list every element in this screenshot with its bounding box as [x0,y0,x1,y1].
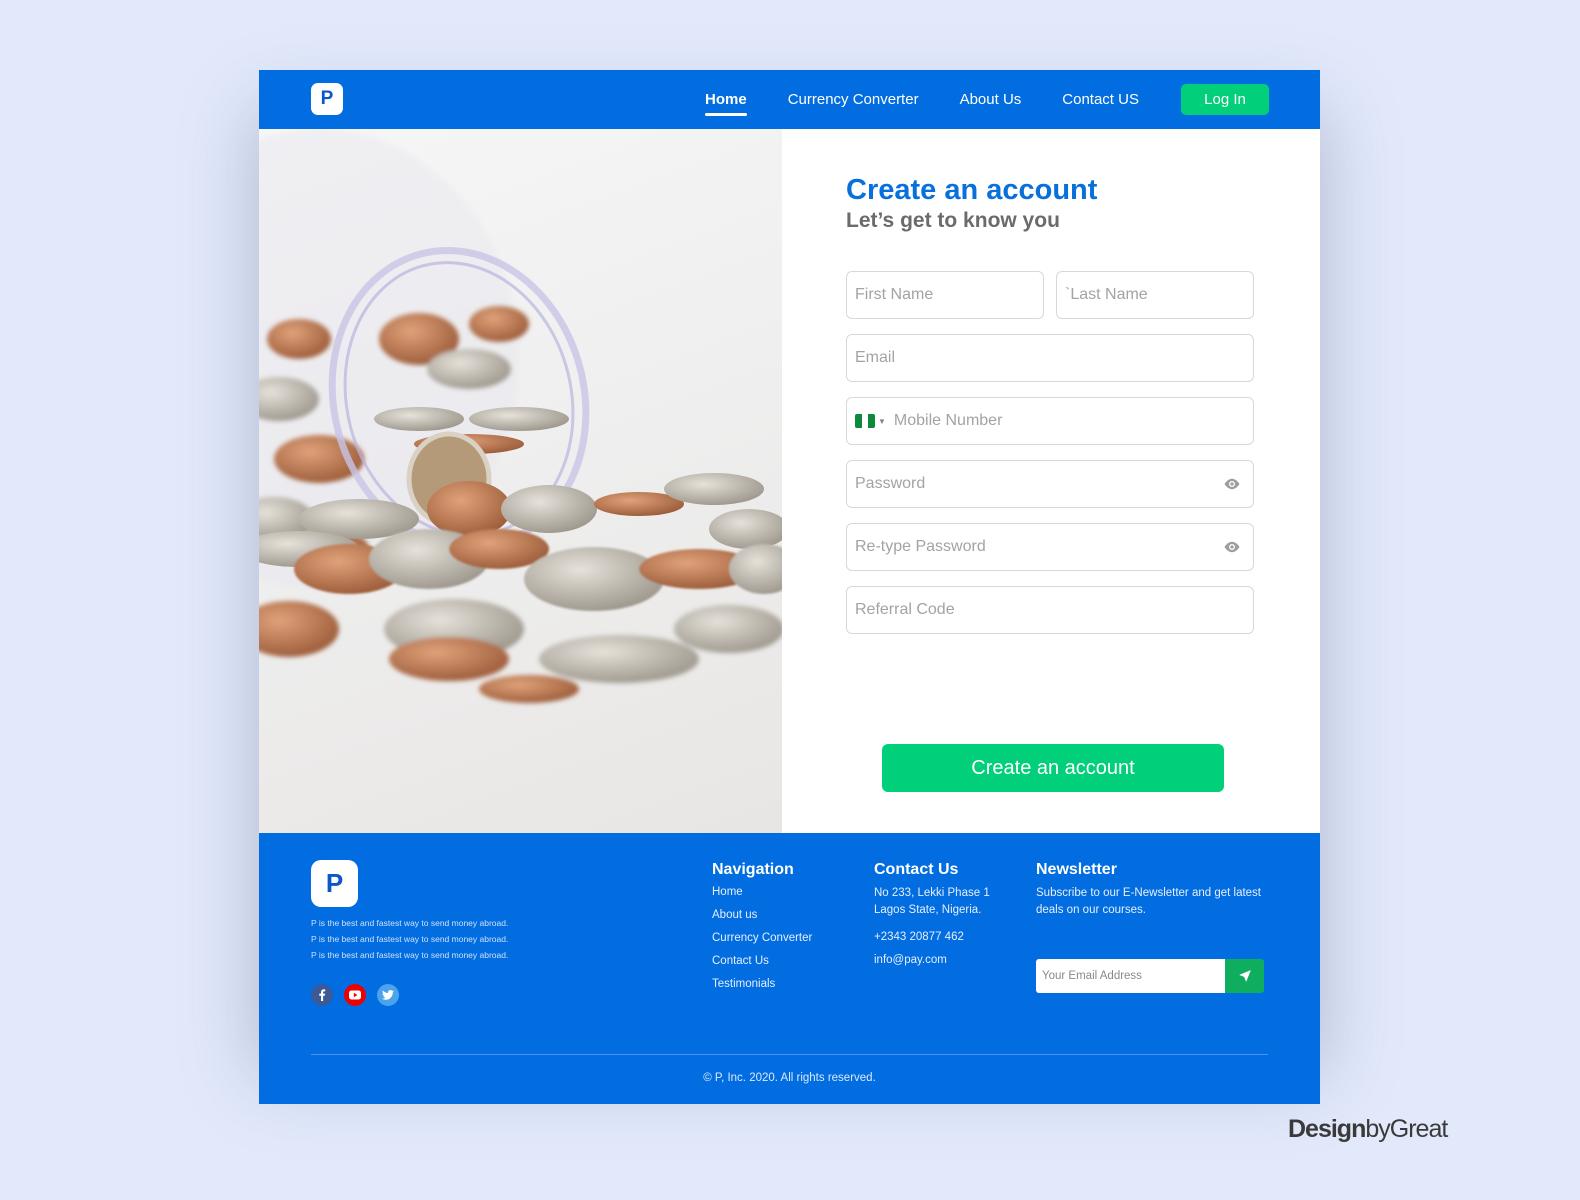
footer-link-contact-us[interactable]: Contact Us [712,954,812,969]
nav-home[interactable]: Home [705,90,747,116]
coins-illustration [259,129,782,703]
footer-newsletter: Newsletter Subscribe to our E-Newsletter… [1036,861,1264,993]
mobile-input[interactable] [893,412,1245,430]
logo[interactable]: P [311,83,343,115]
social-links [311,984,399,1006]
youtube-icon[interactable] [344,984,366,1006]
footer-link-about-us[interactable]: About us [712,908,812,923]
nav-contact-us[interactable]: Contact US [1062,90,1139,110]
form-title: Create an account [846,174,1098,206]
referral-code-field[interactable] [846,586,1254,634]
contact-address-line1: No 233, Lekki Phase 1 [874,887,990,899]
footer-nav-heading: Navigation [712,861,794,878]
designer-credit: DesignbyGreat [1288,1115,1448,1144]
footer-navigation: Navigation Home About us Currency Conver… [712,861,812,1000]
nigeria-flag-icon[interactable] [855,414,875,428]
nav-about-us[interactable]: About Us [960,90,1022,110]
first-name-input[interactable] [855,286,1062,304]
copyright-text: © P, Inc. 2020. All rights reserved. [703,1072,876,1084]
footer-tagline: P is the best and fastest way to send mo… [311,915,508,963]
last-name-field[interactable] [1056,271,1272,319]
referral-code-input[interactable] [855,601,1245,619]
footer-link-currency-converter[interactable]: Currency Converter [712,931,812,946]
credit-rest: byGreat [1365,1115,1448,1143]
footer-contact: Contact Us No 233, Lekki Phase 1 Lagos S… [874,861,990,969]
contact-email[interactable]: info@pay.com [874,952,990,969]
newsletter-heading: Newsletter [1036,861,1117,878]
login-button[interactable]: Log In [1181,84,1269,115]
mobile-field[interactable]: ▼ [846,397,1254,445]
newsletter-text: Subscribe to our E-Newsletter and get la… [1036,887,1262,916]
tagline-line: P is the best and fastest way to send mo… [311,950,509,960]
contact-address-line2: Lagos State, Nigeria. [874,904,982,916]
main-nav: Home Currency Converter About Us Contact… [705,70,1180,129]
nav-currency-converter[interactable]: Currency Converter [788,90,919,110]
form-subtitle: Let’s get to know you [846,209,1060,232]
tagline-line: P is the best and fastest way to send mo… [311,934,509,944]
footer: P P is the best and fastest way to send … [259,833,1320,1104]
retype-password-input[interactable] [855,538,1223,556]
newsletter-email-input[interactable] [1036,959,1225,993]
show-password-eye-icon[interactable] [1223,475,1241,493]
contact-phone: +2343 20877 462 [874,931,964,943]
email-field[interactable] [846,334,1254,382]
facebook-icon[interactable] [311,984,333,1006]
footer-divider [311,1054,1268,1055]
twitter-icon[interactable] [377,984,399,1006]
footer-link-testimonials[interactable]: Testimonials [712,977,812,992]
tagline-line: P is the best and fastest way to send mo… [311,918,509,928]
send-arrow-icon [1238,970,1251,982]
create-account-button[interactable]: Create an account [882,744,1224,792]
password-field[interactable] [846,460,1254,508]
newsletter-form [1036,959,1264,993]
footer-link-home[interactable]: Home [712,885,812,900]
credit-bold: Design [1288,1115,1366,1143]
hero-coins-image [259,129,782,833]
footer-logo[interactable]: P [311,860,358,907]
show-retype-password-eye-icon[interactable] [1223,538,1241,556]
email-input[interactable] [855,349,1245,367]
last-name-input[interactable] [1065,286,1272,304]
newsletter-submit-button[interactable] [1225,959,1264,993]
first-name-field[interactable] [846,271,1062,319]
page-frame: P Home Currency Converter About Us Conta… [259,70,1320,1104]
country-dropdown-caret-icon[interactable]: ▼ [878,417,886,426]
retype-password-field[interactable] [846,523,1254,571]
password-input[interactable] [855,475,1223,493]
top-navbar: P Home Currency Converter About Us Conta… [259,70,1320,129]
footer-contact-heading: Contact Us [874,861,959,878]
